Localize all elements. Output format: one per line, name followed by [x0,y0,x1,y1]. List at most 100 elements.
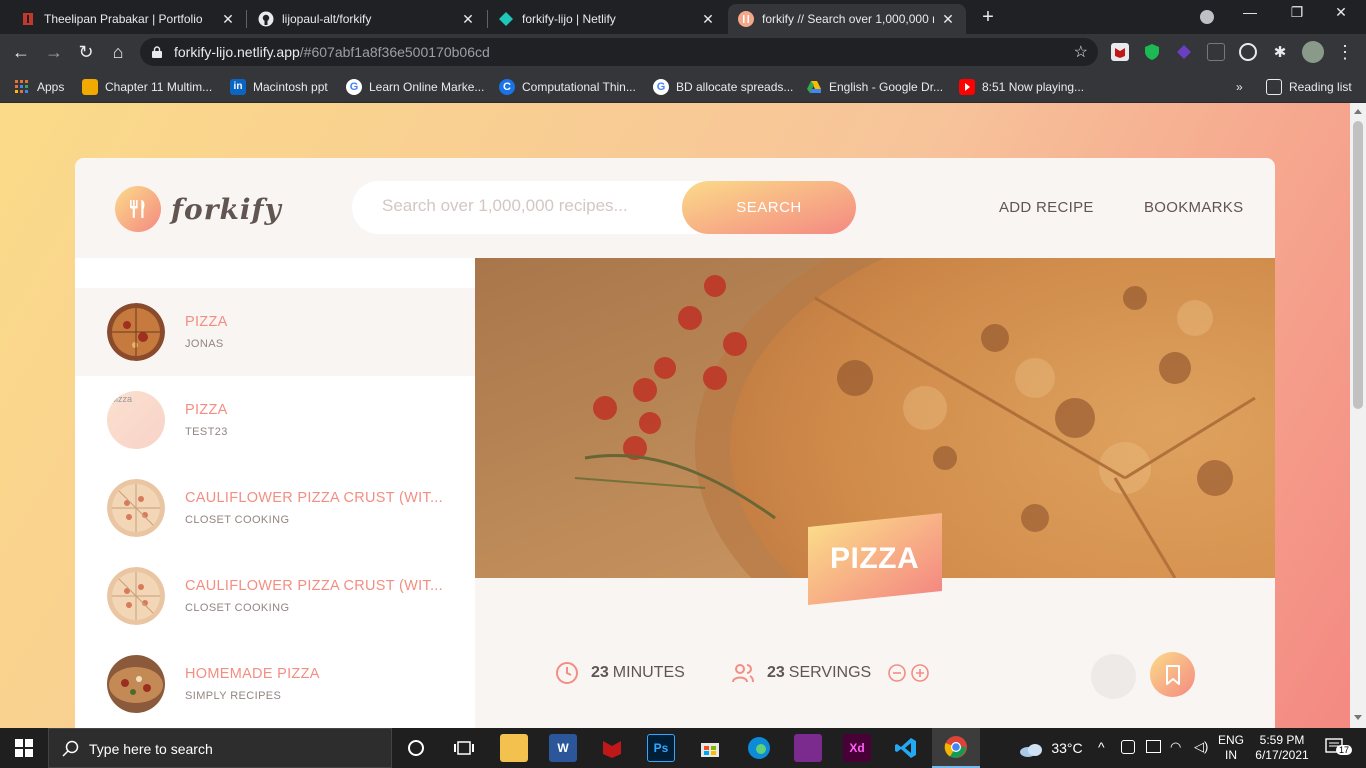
minimize-icon[interactable]: — [1240,4,1260,20]
bookmarks-button[interactable]: BOOKMARKS [1144,199,1243,216]
result-title: CAULIFLOWER PIZZA CRUST (WIT... [185,578,443,594]
tab-title: lijopaul-alt/forkify [282,12,372,26]
weather-widget[interactable]: 33°C [1018,740,1083,758]
home-icon[interactable]: ⌂ [107,41,129,63]
google-icon: G [346,79,362,95]
clock-time: 5:59 PM [1259,733,1305,747]
search-result-item[interactable]: PIZZA JONAS [75,288,475,376]
address-bar[interactable]: forkify-lijo.netlify.app/#607abf1a8f36e5… [140,38,1098,66]
windows-start-icon[interactable] [10,734,38,762]
result-pizza-image [107,479,165,537]
add-recipe-button[interactable]: ADD RECIPE [999,199,1094,216]
increase-servings-icon[interactable] [910,663,930,683]
browser-tab[interactable]: Theelipan Prabakar | Portfolio ✕ [10,4,246,34]
bookmark-item[interactable]: 8:51 Now playing... [959,77,1084,97]
restore-icon[interactable]: ❐ [1287,4,1307,21]
close-tab-icon[interactable]: ✕ [700,11,716,28]
decrease-servings-icon[interactable] [887,663,907,683]
profile-avatar[interactable] [1302,41,1324,63]
recipe-title-badge: PIZZA [808,512,942,606]
scrollbar-thumb[interactable] [1353,121,1363,409]
show-hidden-icons-chevron-icon[interactable]: ^ [1098,739,1105,755]
bookmark-item[interactable]: C Computational Thin... [499,77,636,97]
windows-taskbar: Type here to search W Ps Xd 33°C ^ ◠ ◁) … [0,728,1366,768]
tab-divider [246,10,247,28]
search-input[interactable] [382,196,672,216]
back-arrow-icon[interactable]: ← [10,41,32,63]
window-close-icon[interactable]: ✕ [1331,4,1351,21]
browser-tab-active[interactable]: forkify // Search over 1,000,000 r ✕ [728,4,966,34]
portfolio-favicon-icon [20,11,36,27]
bookmark-item[interactable]: English - Google Dr... [806,77,943,97]
scroll-up-icon[interactable] [1354,109,1362,114]
close-tab-icon[interactable]: ✕ [220,11,236,28]
device-icon[interactable] [1121,740,1135,754]
search-result-item[interactable]: CAULIFLOWER PIZZA CRUST (WIT... CLOSET C… [75,552,475,640]
winrar-icon[interactable] [794,734,822,762]
reload-icon[interactable]: ↻ [75,41,97,63]
scroll-down-icon[interactable] [1354,715,1362,720]
bookmark-item[interactable]: G BD allocate spreads... [653,77,793,97]
search-result-item[interactable]: HOMEMADE PIZZA SIMPLY RECIPES [75,640,475,728]
input-language[interactable]: ENG IN [1218,733,1244,763]
bookmark-label: Learn Online Marke... [369,80,485,94]
browser-menu-icon[interactable]: ⋮ [1334,41,1356,63]
forkify-logo[interactable]: forkify [115,186,282,232]
record-extension-icon[interactable] [1239,43,1257,61]
bookmark-label: Macintosh ppt [253,80,328,94]
meet-now-icon[interactable] [1146,740,1161,753]
vscode-icon[interactable] [892,734,920,762]
wifi-icon[interactable]: ◠ [1170,739,1181,755]
reading-list-icon [1266,79,1282,95]
volume-icon[interactable]: ◁) [1194,739,1208,755]
search-button[interactable]: SEARCH [682,181,856,234]
app-header: forkify SEARCH ADD RECIPE BOOKMARKS [75,158,1275,258]
close-tab-icon[interactable]: ✕ [940,11,956,28]
result-publisher: CLOSET COOKING [185,514,290,526]
file-explorer-icon[interactable] [500,734,528,762]
browser-tab[interactable]: forkify-lijo | Netlify ✕ [488,4,726,34]
search-result-item[interactable]: CAULIFLOWER PIZZA CRUST (WIT... CLOSET C… [75,464,475,552]
mcafee-extension-icon[interactable] [1111,43,1129,61]
adobe-xd-icon[interactable]: Xd [843,734,871,762]
new-tab-button[interactable]: + [978,6,998,29]
photoshop-icon[interactable]: Ps [647,734,675,762]
page-scrollbar[interactable] [1350,103,1366,728]
edge-icon[interactable] [745,734,773,762]
notification-center-icon[interactable]: 17 [1325,738,1353,756]
tab-title: Theelipan Prabakar | Portfolio [44,12,203,26]
word-icon[interactable]: W [549,734,577,762]
mcafee-icon[interactable] [598,734,626,762]
logo-text: forkify [171,192,282,226]
search-result-item[interactable]: pizza PIZZA TEST23 [75,376,475,464]
user-generated-indicator [1091,654,1136,699]
close-tab-icon[interactable]: ✕ [460,11,476,28]
weather-temp: 33°C [1051,740,1083,756]
grid-extension-icon[interactable] [1207,43,1225,61]
clock-icon [556,662,578,684]
tab-search-icon[interactable] [1200,10,1214,24]
bookmark-recipe-button[interactable] [1150,652,1195,697]
taskbar-search[interactable]: Type here to search [48,728,392,768]
more-bookmarks-button[interactable]: » [1236,77,1243,97]
shield-extension-icon[interactable] [1143,43,1161,61]
users-icon [732,664,754,683]
lock-icon [152,46,162,58]
reading-list-button[interactable]: Reading list [1266,77,1352,97]
result-publisher: SIMPLY RECIPES [185,690,282,702]
browser-tab[interactable]: lijopaul-alt/forkify ✕ [248,4,486,34]
bookmark-item[interactable]: G Learn Online Marke... [346,77,484,97]
task-view-icon[interactable] [450,734,478,762]
bookmark-apps[interactable]: Apps [14,77,64,97]
bookmark-item[interactable]: Chapter 11 Multim... [82,77,212,97]
store-icon[interactable] [696,734,724,762]
netlify-icon [498,11,514,27]
bookmark-item[interactable]: in Macintosh ppt [230,77,328,97]
forward-arrow-icon[interactable]: → [43,41,65,63]
purple-extension-icon[interactable] [1175,43,1193,61]
cortana-icon[interactable] [402,734,430,762]
bookmark-star-icon[interactable]: ☆ [1074,42,1088,62]
clock[interactable]: 5:59 PM 6/17/2021 [1254,733,1310,763]
extensions-puzzle-icon[interactable]: ✱ [1271,43,1289,61]
chrome-taskbar-button[interactable] [932,728,980,768]
